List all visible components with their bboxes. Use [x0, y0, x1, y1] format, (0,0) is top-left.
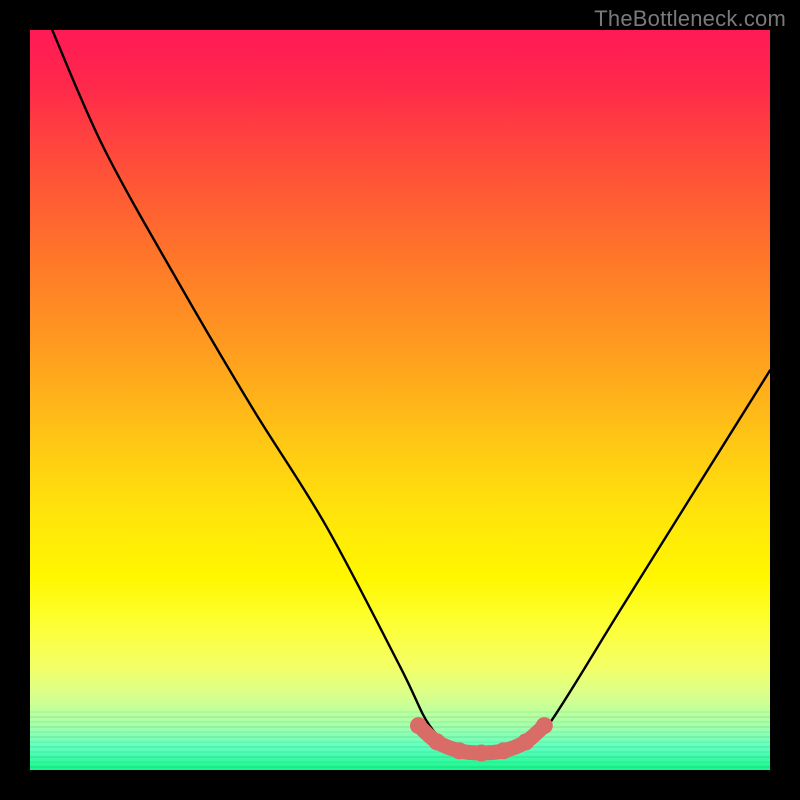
chart-svg — [30, 30, 770, 770]
highlight-dot — [517, 733, 534, 750]
bottleneck-curve — [52, 30, 770, 755]
highlight-dot — [429, 733, 446, 750]
optimal-range-markers — [410, 717, 553, 761]
highlight-dot — [410, 717, 427, 734]
plot-area — [30, 30, 770, 770]
highlight-dot — [473, 744, 490, 761]
highlight-dot — [451, 742, 468, 759]
chart-frame: TheBottleneck.com — [0, 0, 800, 800]
highlight-dot — [495, 742, 512, 759]
highlight-dot — [536, 717, 553, 734]
watermark-label: TheBottleneck.com — [594, 6, 786, 32]
